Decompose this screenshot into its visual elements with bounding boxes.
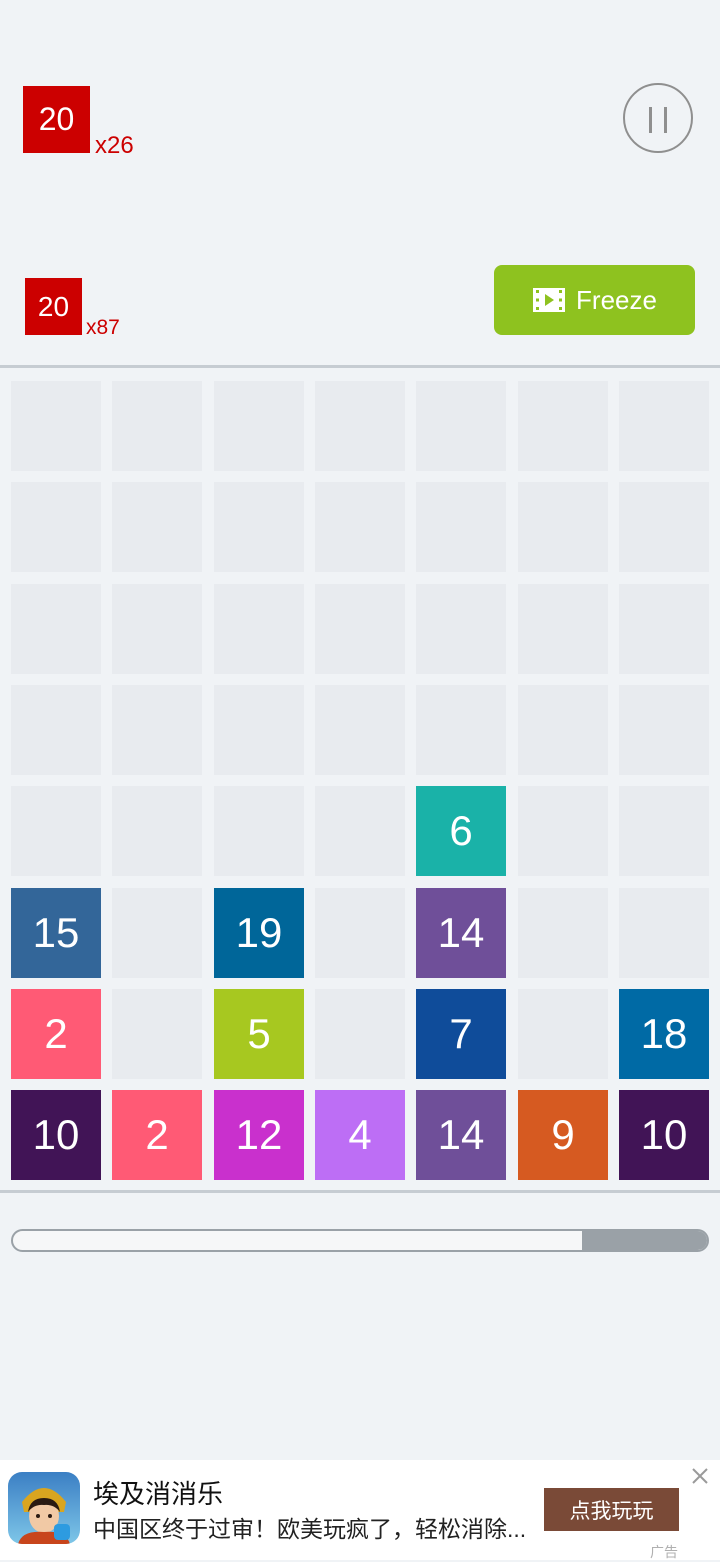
ad-banner[interactable]: 埃及消消乐 中国区终于过审！欧美玩疯了，轻松消除... 点我玩玩 广告	[0, 1460, 720, 1560]
empty-cell[interactable]	[112, 786, 202, 876]
ad-close-icon[interactable]	[690, 1466, 710, 1486]
empty-cell[interactable]	[416, 584, 506, 674]
ad-label: 广告	[650, 1544, 678, 1560]
timer-bar-fill	[582, 1231, 707, 1250]
pause-button[interactable]	[623, 83, 693, 153]
empty-cell[interactable]	[112, 482, 202, 572]
number-tile[interactable]: 10	[619, 1090, 709, 1180]
number-tile[interactable]: 7	[416, 989, 506, 1079]
empty-cell[interactable]	[416, 482, 506, 572]
number-tile[interactable]: 18	[619, 989, 709, 1079]
empty-cell[interactable]	[518, 381, 608, 471]
empty-cell[interactable]	[315, 888, 405, 978]
empty-cell[interactable]	[518, 888, 608, 978]
empty-cell[interactable]	[214, 685, 304, 775]
number-tile[interactable]: 14	[416, 1090, 506, 1180]
ad-title: 埃及消消乐	[93, 1479, 224, 1509]
game-board[interactable]: 6 15 19 14 2 5 7 18 10 2 12 4 14 9 10	[0, 368, 720, 1190]
empty-cell[interactable]	[619, 786, 709, 876]
empty-cell[interactable]	[315, 482, 405, 572]
empty-cell[interactable]	[619, 685, 709, 775]
video-icon	[533, 288, 566, 312]
empty-cell[interactable]	[11, 685, 101, 775]
empty-cell[interactable]	[315, 989, 405, 1079]
empty-cell[interactable]	[619, 482, 709, 572]
number-tile[interactable]: 9	[518, 1090, 608, 1180]
goal-tile-primary: 20	[23, 86, 90, 153]
empty-cell[interactable]	[11, 584, 101, 674]
empty-cell[interactable]	[315, 786, 405, 876]
empty-cell[interactable]	[619, 888, 709, 978]
empty-cell[interactable]	[112, 381, 202, 471]
timer-bar	[11, 1229, 709, 1252]
number-tile[interactable]: 5	[214, 989, 304, 1079]
board-bottom-divider	[0, 1190, 720, 1193]
empty-cell[interactable]	[315, 685, 405, 775]
number-tile[interactable]: 4	[315, 1090, 405, 1180]
empty-cell[interactable]	[518, 482, 608, 572]
goal-tile-secondary: 20	[25, 278, 82, 335]
empty-cell[interactable]	[112, 685, 202, 775]
empty-cell[interactable]	[11, 381, 101, 471]
empty-cell[interactable]	[518, 584, 608, 674]
ad-app-icon[interactable]	[8, 1472, 80, 1544]
number-tile[interactable]: 19	[214, 888, 304, 978]
number-tile[interactable]: 2	[112, 1090, 202, 1180]
number-tile[interactable]: 10	[11, 1090, 101, 1180]
ad-cta-button[interactable]: 点我玩玩	[544, 1488, 679, 1531]
empty-cell[interactable]	[518, 989, 608, 1079]
empty-cell[interactable]	[214, 584, 304, 674]
empty-cell[interactable]	[416, 685, 506, 775]
number-tile[interactable]: 12	[214, 1090, 304, 1180]
goal-count-primary: x26	[95, 132, 134, 159]
freeze-button[interactable]: Freeze	[494, 265, 695, 335]
empty-cell[interactable]	[11, 786, 101, 876]
empty-cell[interactable]	[518, 786, 608, 876]
empty-cell[interactable]	[11, 482, 101, 572]
empty-cell[interactable]	[214, 786, 304, 876]
number-tile[interactable]: 15	[11, 888, 101, 978]
empty-cell[interactable]	[518, 685, 608, 775]
ad-description: 中国区终于过审！欧美玩疯了，轻松消除...	[93, 1516, 527, 1542]
empty-cell[interactable]	[315, 381, 405, 471]
pause-icon	[649, 107, 652, 133]
number-tile[interactable]: 2	[11, 989, 101, 1079]
empty-cell[interactable]	[315, 584, 405, 674]
empty-cell[interactable]	[112, 888, 202, 978]
empty-cell[interactable]	[619, 584, 709, 674]
empty-cell[interactable]	[214, 482, 304, 572]
empty-cell[interactable]	[416, 381, 506, 471]
freeze-label: Freeze	[576, 284, 657, 315]
number-tile[interactable]: 14	[416, 888, 506, 978]
number-tile[interactable]: 6	[416, 786, 506, 876]
empty-cell[interactable]	[214, 381, 304, 471]
empty-cell[interactable]	[619, 381, 709, 471]
empty-cell[interactable]	[112, 989, 202, 1079]
empty-cell[interactable]	[112, 584, 202, 674]
goal-count-secondary: x87	[86, 316, 120, 339]
